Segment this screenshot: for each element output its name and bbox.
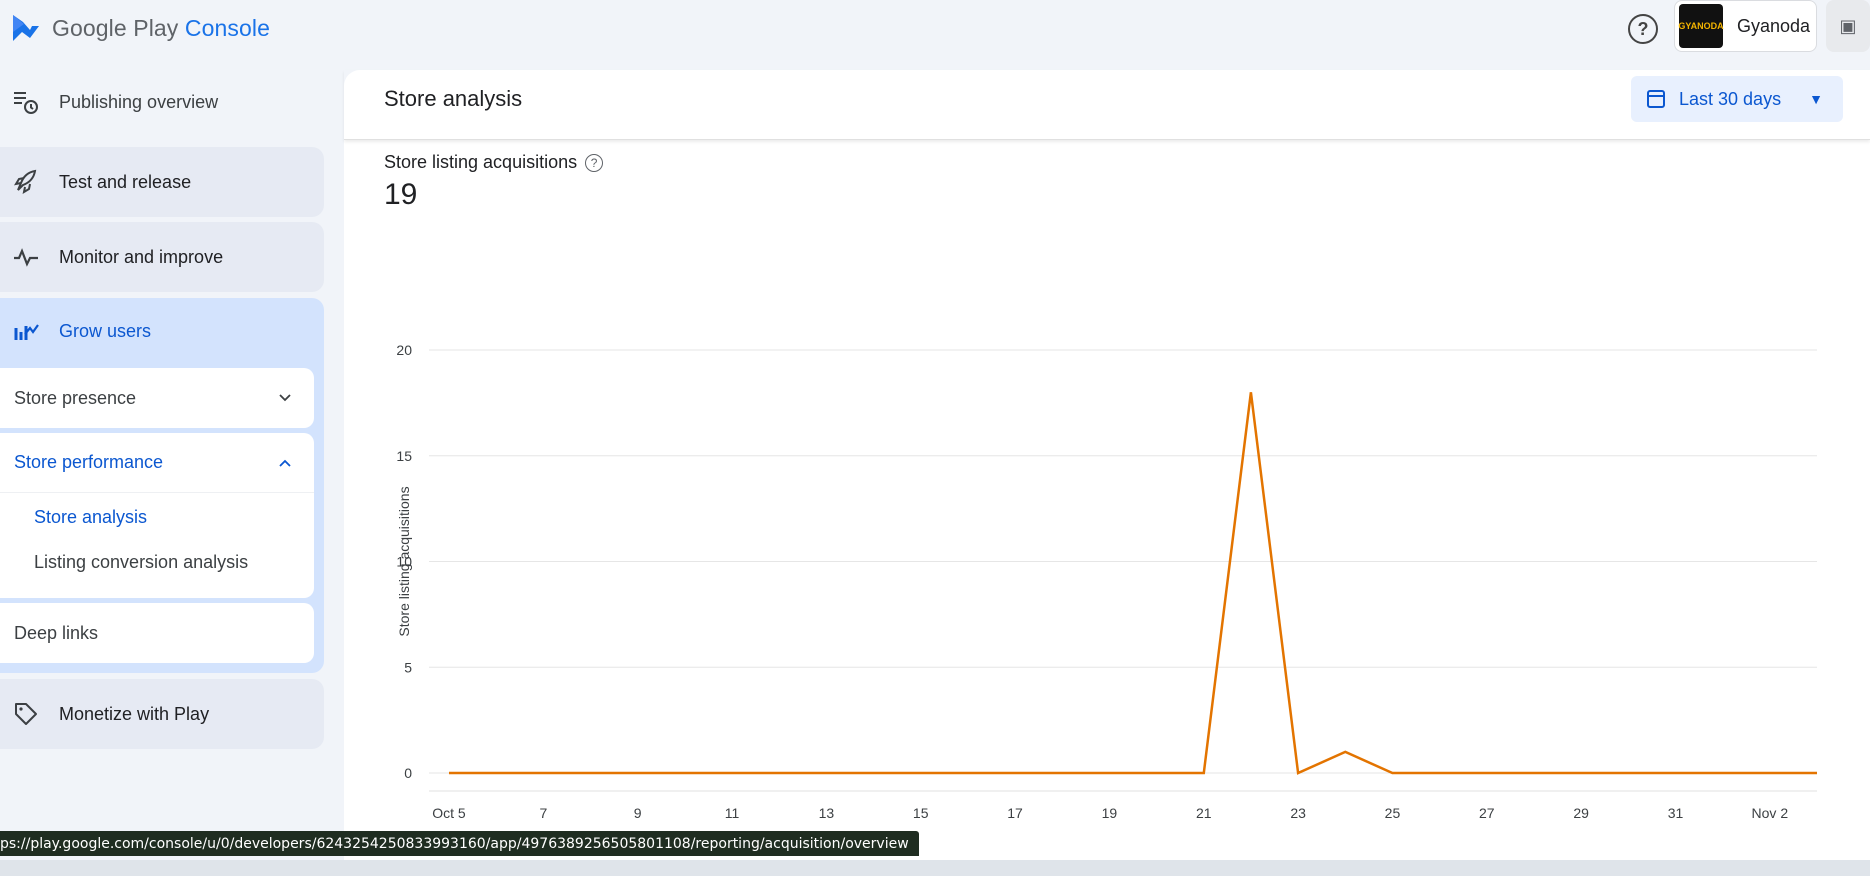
help-icon[interactable]: ? xyxy=(1628,14,1658,44)
x-tick-label: 11 xyxy=(725,805,740,821)
google-play-console-logo[interactable]: Google Play Console xyxy=(10,12,270,44)
series-line xyxy=(449,392,1817,775)
x-tick-label: 31 xyxy=(1668,805,1684,821)
sidebar-item-monitor-and-improve[interactable]: Monitor and improve xyxy=(0,222,324,292)
x-tick-label: 23 xyxy=(1290,805,1306,821)
y-axis-label: Store listing acquisitions xyxy=(396,486,412,636)
sidebar-item-monetize-with-play[interactable]: Monetize with Play xyxy=(0,679,324,749)
top-bar: Google Play Console ? GYANODA Gyanoda ▣ xyxy=(0,0,1870,60)
avatar-text: GYANODA xyxy=(1678,21,1724,31)
calendar-icon xyxy=(1647,90,1665,108)
link-status-bar: ps://play.google.com/console/u/0/develop… xyxy=(0,831,919,856)
sidebar-label: Store analysis xyxy=(34,507,148,527)
metric-value: 19 xyxy=(384,178,418,211)
x-tick-label: 13 xyxy=(819,805,835,821)
store-listing-acquisitions-chart: 05101520Oct 5 7 9 11 13 15 17 19 21 23 25 27 29 31 Nov… xyxy=(396,342,1818,821)
sidebar-label: Test and release xyxy=(59,171,192,192)
status-url: ps://play.google.com/console/u/0/develop… xyxy=(0,835,909,852)
account-switcher[interactable]: GYANODA Gyanoda xyxy=(1674,0,1817,52)
play-console-logo-icon xyxy=(13,15,39,41)
x-tick-label: 19 xyxy=(1102,805,1118,821)
sidebar-group-grow-users: Grow users Store presence Store performa… xyxy=(0,298,324,673)
rocket-icon xyxy=(12,168,40,196)
date-range-label: Last 30 days xyxy=(1679,88,1782,109)
price-tag-icon xyxy=(12,700,40,728)
help-icon[interactable]: ? xyxy=(585,153,604,172)
x-tick-label: 9 xyxy=(634,805,642,821)
sidebar-label: Store presence xyxy=(14,387,137,408)
sidebar-item-listing-conversion-analysis[interactable]: Listing conversion analysis xyxy=(0,540,314,585)
grow-chart-icon xyxy=(12,317,40,345)
x-tick-label: 15 xyxy=(913,805,929,821)
y-tick-label: 0 xyxy=(404,765,412,781)
x-tick-label: 17 xyxy=(1007,805,1023,821)
publishing-history-icon xyxy=(12,88,40,116)
page-title: Store analysis xyxy=(384,86,523,111)
sidebar-label: Deep links xyxy=(14,622,99,643)
x-tick-label: Nov 2 xyxy=(1752,805,1789,821)
y-tick-label: 20 xyxy=(396,342,412,358)
date-range-dropdown[interactable]: Last 30 days ▼ xyxy=(1631,76,1843,122)
sidebar-item-store-analysis[interactable]: Store analysis xyxy=(0,495,314,540)
sidebar-item-publishing-overview[interactable]: Publishing overview xyxy=(0,72,324,132)
app-avatar: GYANODA xyxy=(1678,4,1724,48)
sidebar-item-deep-links[interactable]: Deep links xyxy=(0,603,314,663)
dropdown-arrow-icon: ▼ xyxy=(1809,91,1823,107)
x-tick-label: 29 xyxy=(1573,805,1589,821)
sidebar-label: Monetize with Play xyxy=(59,703,210,724)
sidebar-label: Publishing overview xyxy=(59,91,219,112)
sidebar-label: Grow users xyxy=(59,320,152,341)
sidebar-item-grow-users[interactable]: Grow users xyxy=(0,298,324,364)
logo-google-play-text: Google Play xyxy=(52,14,179,41)
sidebar-item-test-and-release[interactable]: Test and release xyxy=(0,147,324,217)
account-name: Gyanoda xyxy=(1737,15,1811,36)
x-tick-label: 21 xyxy=(1196,805,1212,821)
x-tick-label: 7 xyxy=(539,805,547,821)
metric-label: Store listing acquisitions ? xyxy=(384,152,604,173)
sidebar-label: Store performance xyxy=(14,452,164,472)
y-tick-label: 15 xyxy=(396,448,412,464)
sidebar-item-store-presence[interactable]: Store presence xyxy=(0,368,314,428)
logo-console-text: Console xyxy=(184,14,270,41)
x-tick-label: 27 xyxy=(1479,805,1495,821)
page-header: Store analysis Last 30 days ▼ xyxy=(344,70,1870,140)
x-tick-label: 25 xyxy=(1385,805,1401,821)
chevron-down-icon xyxy=(278,390,292,406)
badge-icon[interactable]: ▣ xyxy=(1826,0,1870,52)
chevron-up-icon xyxy=(278,455,292,471)
sidebar-label: Listing conversion analysis xyxy=(34,552,249,572)
sidebar-item-store-performance[interactable]: Store performance xyxy=(0,433,314,493)
x-tick-label: Oct 5 xyxy=(432,805,466,821)
metric-label-text: Store listing acquisitions xyxy=(384,152,578,172)
y-tick-label: 5 xyxy=(404,659,412,675)
vitals-icon xyxy=(12,243,40,271)
sidebar-group-store-performance: Store performance Store analysis Listing… xyxy=(0,433,314,598)
sidebar-label: Monitor and improve xyxy=(59,246,224,267)
os-taskbar xyxy=(0,860,1870,876)
main-content: Store analysis Last 30 days ▼ Store list… xyxy=(344,70,1870,876)
